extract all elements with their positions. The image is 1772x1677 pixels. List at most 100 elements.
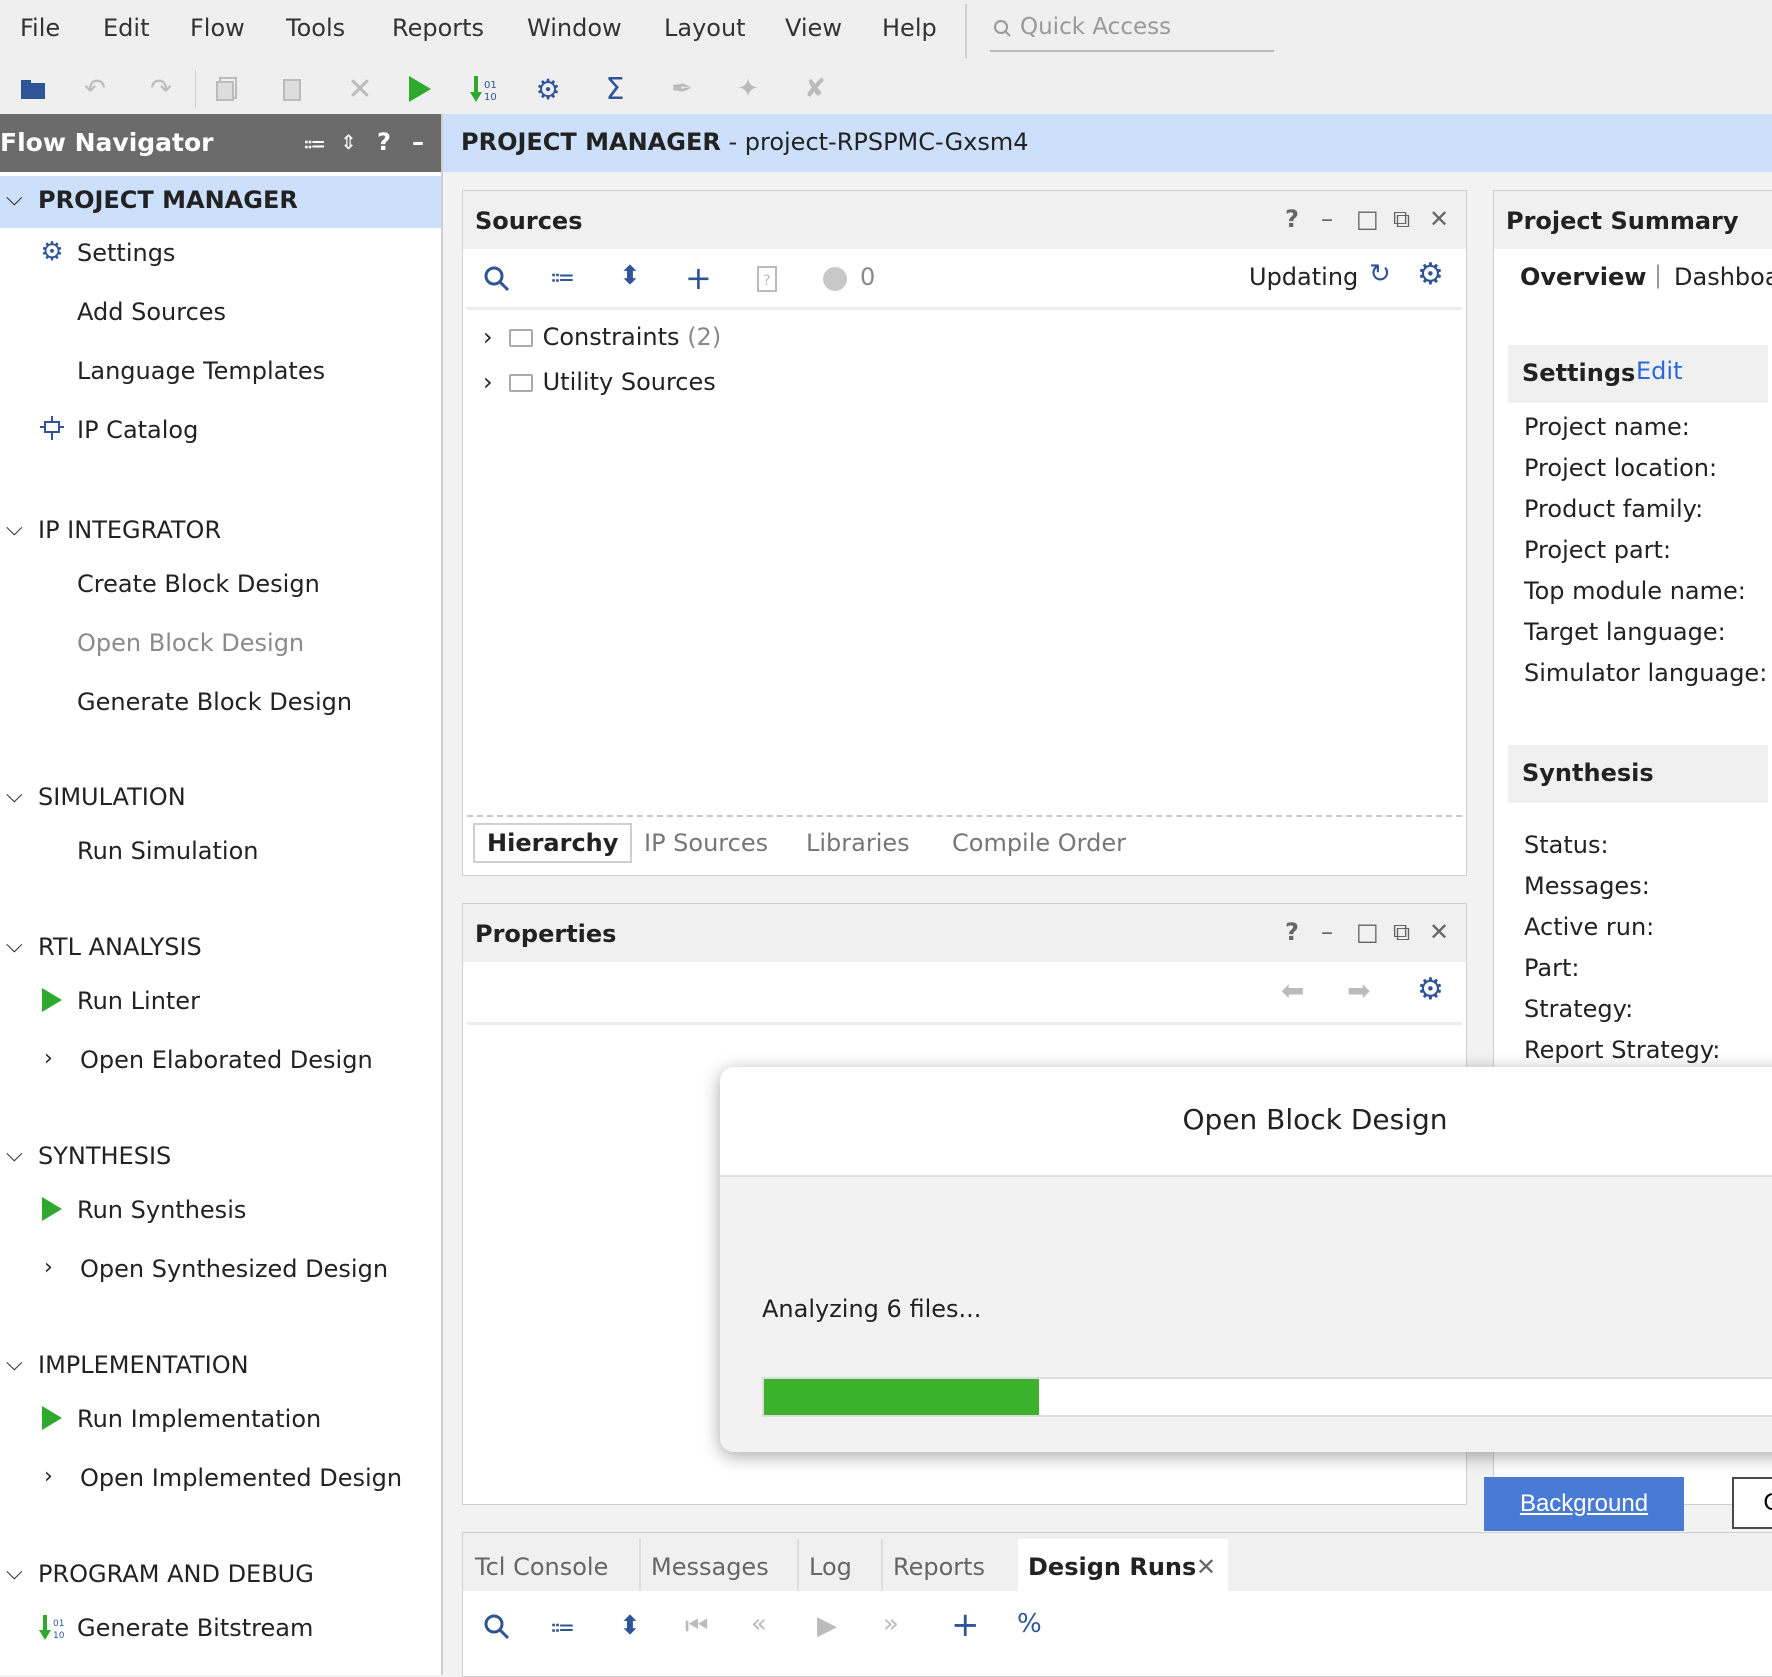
minimize-icon[interactable]: –	[1321, 918, 1333, 946]
tab-libraries[interactable]: Libraries	[806, 829, 910, 857]
play-icon[interactable]: ▶	[817, 1611, 837, 1641]
float-icon[interactable]: ⧉	[1393, 205, 1410, 233]
edit-link[interactable]: Edit	[1636, 357, 1682, 385]
menu-edit[interactable]: Edit	[103, 14, 149, 42]
disabled-tool-2-icon[interactable]: ✦	[731, 72, 765, 106]
nav-item-generate-bitstream[interactable]: 01 10 Generate Bitstream	[0, 1604, 441, 1654]
open-project-icon[interactable]	[16, 72, 50, 106]
quick-access-field[interactable]: Quick Access	[990, 10, 1274, 52]
nav-item-run-simulation[interactable]: Run Simulation	[0, 827, 441, 877]
tab-log[interactable]: Log	[797, 1539, 871, 1591]
collapse-all-icon[interactable]: ⩴	[304, 128, 325, 156]
close-icon[interactable]: ✕	[1429, 918, 1449, 946]
tab-hierarchy[interactable]: Hierarchy	[473, 823, 633, 863]
undo-icon[interactable]: ↶	[78, 72, 112, 106]
document-help-icon[interactable]: ?	[755, 265, 779, 293]
tab-reports[interactable]: Reports	[881, 1539, 993, 1591]
chevron-right-icon: ›	[44, 1255, 53, 1280]
nav-section-project-manager[interactable]: ⌵ PROJECT MANAGER	[0, 176, 441, 228]
float-icon[interactable]: ⧉	[1393, 918, 1410, 946]
nav-item-create-block-design[interactable]: Create Block Design	[0, 560, 441, 610]
help-icon[interactable]: ?	[1285, 205, 1299, 233]
tree-row-utility-sources[interactable]: › Utility Sources	[483, 368, 716, 396]
generate-bitstream-icon[interactable]: 01 10	[466, 72, 500, 106]
next-icon[interactable]: »	[883, 1609, 899, 1639]
tree-row-constraints[interactable]: › Constraints (2)	[483, 323, 721, 351]
background-button[interactable]: Background	[1484, 1477, 1684, 1531]
collapse-all-icon[interactable]: ⩴	[551, 261, 574, 292]
percent-icon[interactable]: %	[1017, 1609, 1042, 1639]
tab-tcl-console[interactable]: Tcl Console	[465, 1539, 635, 1591]
menu-flow[interactable]: Flow	[190, 14, 245, 42]
gear-icon: ⚙	[40, 237, 64, 267]
nav-item-open-implemented-design[interactable]: › Open Implemented Design	[0, 1454, 441, 1504]
paste-icon[interactable]	[276, 72, 310, 106]
delete-icon[interactable]: ✕	[343, 72, 377, 107]
disabled-tool-1-icon[interactable]: ✒	[665, 72, 699, 106]
cancel-button[interactable]: C	[1732, 1477, 1772, 1529]
help-icon[interactable]: ?	[377, 128, 391, 156]
add-icon[interactable]: +	[685, 259, 712, 297]
disabled-tool-3-icon[interactable]: ✘	[798, 72, 832, 106]
copy-icon[interactable]	[210, 72, 244, 106]
tab-ip-sources[interactable]: IP Sources	[644, 829, 768, 857]
tab-messages[interactable]: Messages	[639, 1539, 781, 1591]
nav-section-implementation[interactable]: ⌵ IMPLEMENTATION	[0, 1341, 441, 1393]
nav-section-ip-integrator[interactable]: ⌵ IP INTEGRATOR	[0, 506, 441, 558]
redo-icon[interactable]: ↷	[144, 72, 178, 106]
menu-file[interactable]: File	[20, 14, 60, 42]
flow-navigator-header: Flow Navigator ⩴ ⇕ ? –	[0, 114, 441, 172]
tab-design-runs[interactable]: Design Runs ✕	[1018, 1539, 1228, 1591]
nav-section-rtl-analysis[interactable]: ⌵ RTL ANALYSIS	[0, 923, 441, 975]
run-icon[interactable]	[403, 72, 437, 106]
back-icon[interactable]: ⬅	[1281, 974, 1304, 1007]
nav-item-add-sources[interactable]: Add Sources	[0, 288, 441, 338]
menu-view[interactable]: View	[785, 14, 842, 42]
search-icon[interactable]	[483, 265, 511, 293]
menu-window[interactable]: Window	[527, 14, 622, 42]
previous-icon[interactable]: «	[751, 1609, 767, 1639]
settings-icon[interactable]: ⚙	[1417, 257, 1444, 292]
nav-item-run-implementation[interactable]: Run Implementation	[0, 1395, 441, 1445]
menu-help[interactable]: Help	[882, 14, 937, 42]
nav-item-run-linter[interactable]: Run Linter	[0, 977, 441, 1027]
expand-all-icon[interactable]: ⬍	[619, 1611, 641, 1641]
forward-icon[interactable]: ➡	[1347, 974, 1370, 1007]
maximize-icon[interactable]: □	[1356, 205, 1379, 233]
first-icon[interactable]: ⏮	[685, 1611, 708, 1642]
nav-item-run-synthesis[interactable]: Run Synthesis	[0, 1186, 441, 1236]
expand-all-icon[interactable]: ⬍	[619, 261, 641, 291]
settings-icon[interactable]: ⚙	[531, 72, 565, 106]
menu-tools[interactable]: Tools	[286, 14, 345, 42]
nav-section-program-and-debug[interactable]: ⌵ PROGRAM AND DEBUG	[0, 1550, 441, 1602]
menu-reports[interactable]: Reports	[392, 14, 484, 42]
project-summary-header: Project Summary	[1494, 191, 1772, 249]
search-icon[interactable]	[483, 1613, 511, 1641]
nav-item-open-elaborated-design[interactable]: › Open Elaborated Design	[0, 1036, 441, 1086]
collapse-all-icon[interactable]: ⩴	[551, 1611, 574, 1642]
close-icon[interactable]: ✕	[1196, 1553, 1216, 1581]
nav-section-synthesis[interactable]: ⌵ SYNTHESIS	[0, 1132, 441, 1184]
maximize-icon[interactable]: □	[1356, 918, 1379, 946]
chevron-down-icon: ⌵	[6, 1560, 23, 1585]
nav-item-settings[interactable]: ⚙ Settings	[0, 229, 441, 279]
nav-item-ip-catalog[interactable]: IP Catalog	[0, 406, 441, 456]
settings-icon[interactable]: ⚙	[1417, 972, 1444, 1007]
menu-layout[interactable]: Layout	[664, 14, 746, 42]
nav-item-open-block-design[interactable]: Open Block Design	[0, 619, 441, 669]
minimize-icon[interactable]: –	[1321, 205, 1333, 233]
tab-dashboard[interactable]: Dashboa	[1674, 263, 1772, 291]
nav-item-language-templates[interactable]: Language Templates	[0, 347, 441, 397]
expand-all-icon[interactable]: ⇕	[340, 130, 357, 154]
nav-section-simulation[interactable]: ⌵ SIMULATION	[0, 773, 441, 825]
close-icon[interactable]: ✕	[1429, 205, 1449, 233]
add-icon[interactable]: +	[951, 1605, 980, 1645]
page-title: PROJECT MANAGER	[461, 128, 721, 156]
nav-item-open-synthesized-design[interactable]: › Open Synthesized Design	[0, 1245, 441, 1295]
nav-item-generate-block-design[interactable]: Generate Block Design	[0, 678, 441, 728]
tab-overview[interactable]: Overview	[1520, 263, 1646, 291]
tab-compile-order[interactable]: Compile Order	[952, 829, 1126, 857]
minimize-icon[interactable]: –	[412, 128, 424, 156]
sigma-icon[interactable]: Σ	[598, 72, 632, 107]
help-icon[interactable]: ?	[1285, 918, 1299, 946]
